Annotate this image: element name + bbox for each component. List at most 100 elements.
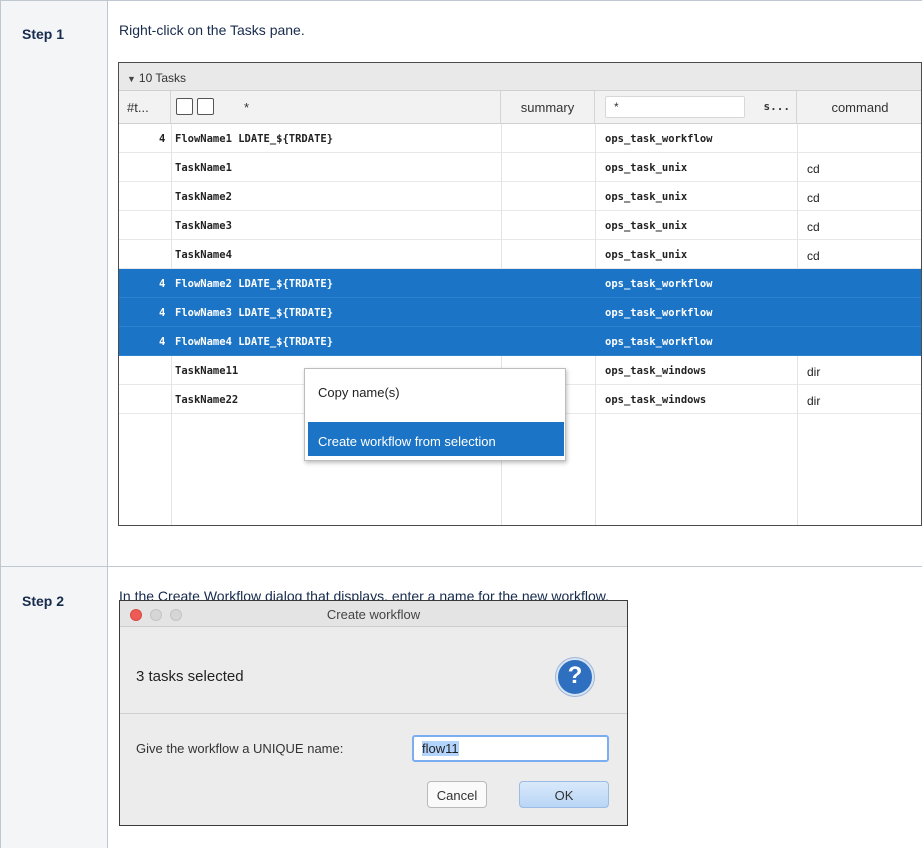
task-count-cell: 4 <box>159 307 166 319</box>
task-name-cell: TaskName2 <box>175 191 232 203</box>
col-line <box>595 182 596 211</box>
task-command-cell: cd <box>807 249 820 263</box>
ok-button[interactable]: OK <box>519 781 609 808</box>
col-line <box>595 240 596 269</box>
tasks-pane-header[interactable]: ▼ 10 Tasks <box>119 63 921 91</box>
col-line <box>595 211 596 240</box>
task-row[interactable]: 4 FlowName1 LDATE_${TRDATE} ops_task_workf… <box>119 124 921 153</box>
col-line <box>501 240 502 269</box>
task-type-cell: ops_task_unix <box>605 220 688 232</box>
task-row[interactable]: 4 FlowName4 LDATE_${TRDATE} ops_task_workf… <box>119 327 921 356</box>
task-command-cell: dir <box>807 365 821 379</box>
task-type-cell: ops_task_windows <box>605 394 707 406</box>
workflow-name-input[interactable]: flow11 <box>412 735 609 762</box>
column-header-row: #t... * summary * s... command <box>119 91 921 124</box>
task-type-cell: ops_task_workflow <box>605 307 713 319</box>
table-border-top <box>0 0 922 1</box>
task-type-cell: ops_task_unix <box>605 191 688 203</box>
col-line <box>595 356 596 385</box>
task-name-cell: FlowName3 LDATE_${TRDATE} <box>175 307 334 319</box>
selection-count-message: 3 tasks selected <box>136 668 244 685</box>
column-header-s[interactable]: s... <box>745 91 797 124</box>
name-filter[interactable]: * <box>216 91 501 124</box>
dialog-separator <box>120 713 627 714</box>
row-divider <box>0 566 922 567</box>
task-name-cell: TaskName22 <box>175 394 239 406</box>
col-line <box>797 124 798 153</box>
col-line <box>797 182 798 211</box>
step-1-text: Right-click on the Tasks pane. <box>119 22 305 38</box>
col-line <box>595 153 596 182</box>
table-divider <box>107 0 108 848</box>
task-row[interactable]: TaskName3 ops_task_unix cd <box>119 211 921 240</box>
task-name-cell: FlowName1 LDATE_${TRDATE} <box>175 133 334 145</box>
create-workflow-dialog: Create workflow 3 tasks selected ? Give … <box>119 600 628 826</box>
task-command-cell: cd <box>807 191 820 205</box>
cancel-button[interactable]: Cancel <box>427 781 487 808</box>
task-command-cell: cd <box>807 220 820 234</box>
col-line <box>797 385 798 414</box>
tasks-count-label: 10 Tasks <box>138 71 187 85</box>
column-header-command[interactable]: command <box>797 91 921 124</box>
col-line <box>171 211 172 240</box>
filter-checkbox-1[interactable] <box>176 98 193 115</box>
col-line <box>171 182 172 211</box>
step-1-cell <box>0 0 107 566</box>
col-line <box>797 211 798 240</box>
dialog-title: Create workflow <box>326 607 421 622</box>
col-line <box>797 356 798 385</box>
collapse-triangle-icon[interactable]: ▼ <box>127 74 136 84</box>
col-line <box>501 124 502 153</box>
task-row[interactable]: 4 FlowName2 LDATE_${TRDATE} ops_task_workf… <box>119 269 921 298</box>
filter-checkbox-2[interactable] <box>197 98 214 115</box>
task-count-cell: 4 <box>159 336 166 348</box>
menu-item-create-workflow[interactable]: Create workflow from selection <box>308 422 564 456</box>
table-border-left <box>0 0 1 848</box>
task-type-cell: ops_task_windows <box>605 365 707 377</box>
col-line <box>171 356 172 385</box>
task-name-cell: TaskName1 <box>175 162 232 174</box>
col-line <box>171 153 172 182</box>
task-name-cell: FlowName4 LDATE_${TRDATE} <box>175 336 334 348</box>
task-count-cell: 4 <box>159 278 166 290</box>
col-line <box>171 124 172 153</box>
col-line <box>797 414 798 525</box>
task-type-cell: ops_task_workflow <box>605 336 713 348</box>
col-line <box>595 414 596 525</box>
step-1-label: Step 1 <box>22 26 65 42</box>
task-type-cell: ops_task_unix <box>605 249 688 261</box>
col-line <box>501 211 502 240</box>
context-menu: Copy name(s) Create workflow from select… <box>304 368 566 461</box>
type-filter-input[interactable]: * <box>605 96 745 118</box>
dialog-titlebar: Create workflow <box>120 601 627 627</box>
col-line <box>171 385 172 414</box>
task-type-cell: ops_task_unix <box>605 162 688 174</box>
task-command-cell: cd <box>807 162 820 176</box>
task-row[interactable]: 4 FlowName3 LDATE_${TRDATE} ops_task_workf… <box>119 298 921 327</box>
task-command-cell: dir <box>807 394 821 408</box>
workflow-name-value: flow11 <box>422 741 459 756</box>
column-header-summary[interactable]: summary <box>501 91 595 124</box>
task-name-cell: TaskName4 <box>175 249 232 261</box>
col-line <box>797 153 798 182</box>
menu-item-copy-names[interactable]: Copy name(s) <box>308 373 564 407</box>
task-row[interactable]: TaskName4 ops_task_unix cd <box>119 240 921 269</box>
col-line <box>171 414 172 525</box>
task-count-cell: 4 <box>159 133 166 145</box>
task-name-cell: FlowName2 LDATE_${TRDATE} <box>175 278 334 290</box>
col-line <box>171 240 172 269</box>
task-row[interactable]: TaskName1 ops_task_unix cd <box>119 153 921 182</box>
column-header-num[interactable]: #t... <box>119 91 171 124</box>
col-line <box>595 124 596 153</box>
task-name-cell: TaskName11 <box>175 365 239 377</box>
workflow-name-label: Give the workflow a UNIQUE name: <box>136 741 344 756</box>
task-type-cell: ops_task_workflow <box>605 278 713 290</box>
step-2-cell <box>0 567 107 848</box>
col-line <box>501 182 502 211</box>
task-row[interactable]: TaskName2 ops_task_unix cd <box>119 182 921 211</box>
task-type-cell: ops_task_workflow <box>605 133 713 145</box>
col-line <box>595 385 596 414</box>
step-2-label: Step 2 <box>22 593 65 609</box>
col-line <box>797 240 798 269</box>
help-icon[interactable]: ? <box>556 658 594 696</box>
